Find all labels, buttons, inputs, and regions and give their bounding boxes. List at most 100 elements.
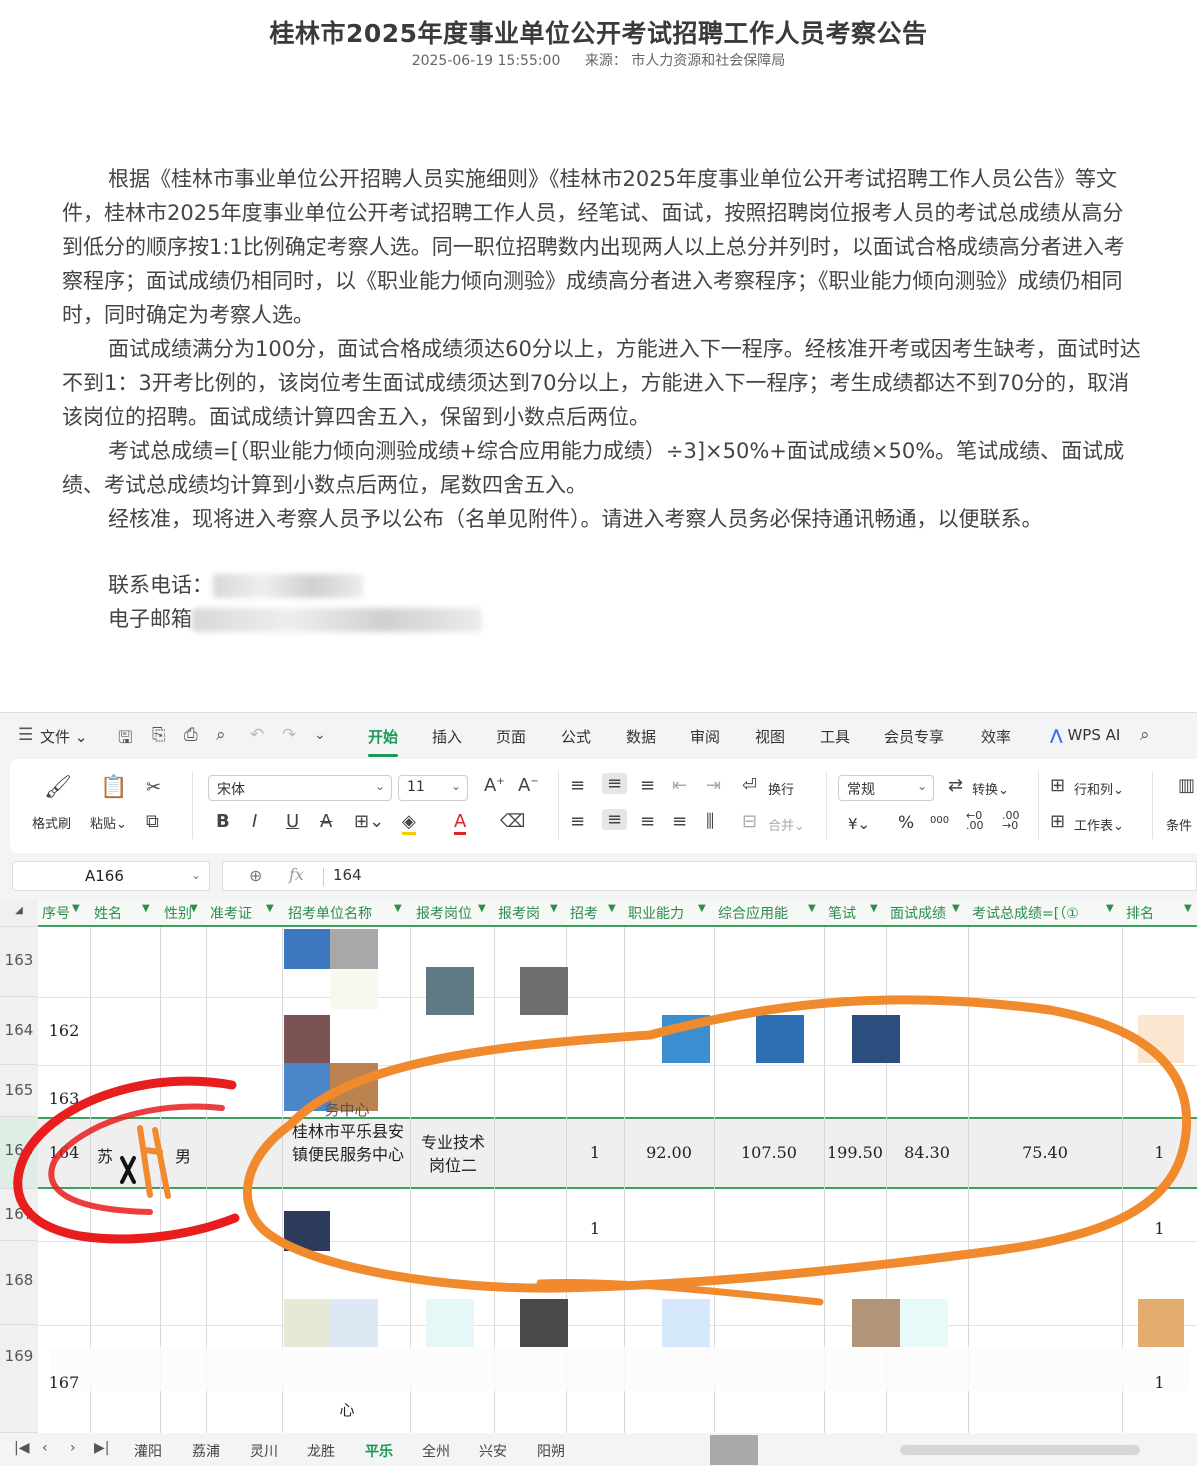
last-sheet-icon[interactable]: ▶| xyxy=(94,1440,109,1456)
conditional-format-button[interactable]: 条件 xyxy=(1166,815,1192,834)
more-quick-icon[interactable]: ⌄ xyxy=(314,727,326,743)
print-preview-icon[interactable]: ⌕ xyxy=(216,725,226,745)
col-header-rank[interactable]: 排名 ▼ xyxy=(1122,899,1197,927)
indent-decrease-icon[interactable]: ⇤ xyxy=(672,775,687,796)
col-header-ticket[interactable]: 准考证 ▼ xyxy=(206,899,282,927)
save-icon[interactable]: 🖫 xyxy=(118,725,132,754)
convert-icon[interactable]: ⇄ xyxy=(948,775,963,796)
menu-file[interactable]: 文件 ⌄ xyxy=(40,726,87,747)
next-sheet-icon[interactable]: › xyxy=(70,1440,76,1456)
sheet-tab[interactable]: 全州 xyxy=(422,1441,450,1461)
row-header[interactable]: 166 xyxy=(0,1117,38,1189)
first-sheet-icon[interactable]: |◀ xyxy=(14,1440,29,1456)
cell-applied[interactable]: 107.50 xyxy=(714,1143,824,1162)
col-header-aptitude[interactable]: 职业能力 ▼ xyxy=(624,899,714,927)
thousands-button[interactable]: 000 xyxy=(930,815,949,826)
tab-insert[interactable]: 插入 xyxy=(432,726,462,747)
sheet-grid[interactable]: ◢ 序号 ▼ 姓名 ▼ 性别 ▼ 准考证 ▼ 招考单位名称 ▼ 报考岗位 ▼ 报考岗 ▼ 招考… xyxy=(0,899,1197,1433)
select-all-corner[interactable]: ◢ xyxy=(0,899,38,927)
col-header-name[interactable]: 姓名 ▼ xyxy=(90,899,160,927)
cell-written[interactable]: 199.50 xyxy=(824,1143,886,1162)
horizontal-scrollbar[interactable] xyxy=(900,1445,1140,1455)
format-painter-icon[interactable]: 🖌 xyxy=(44,775,72,800)
row-header[interactable]: 163 xyxy=(0,927,38,997)
decimal-decrease-icon[interactable]: .00 →0 xyxy=(1002,810,1020,831)
align-bottom-icon[interactable]: ≡ xyxy=(640,775,655,796)
cell-unit[interactable]: 桂林市平乐县安镇便民服务中心 xyxy=(290,1120,406,1166)
tab-tools[interactable]: 工具 xyxy=(820,726,850,747)
underline-icon[interactable]: U xyxy=(286,811,299,832)
tab-efficiency[interactable]: 效率 xyxy=(981,726,1011,747)
col-header-unit[interactable]: 招考单位名称 ▼ xyxy=(282,899,410,927)
align-center-icon[interactable]: ≡ xyxy=(602,809,628,830)
export-icon[interactable]: ⎘ xyxy=(152,725,166,745)
worksheet-icon[interactable]: ⊞ xyxy=(1050,811,1065,832)
sheet-tab[interactable]: 灵川 xyxy=(250,1441,278,1461)
search-icon[interactable]: ⌕ xyxy=(1140,725,1150,745)
font-name-select[interactable]: 宋体 ⌄ xyxy=(208,775,392,801)
redo-icon[interactable]: ↷ xyxy=(282,725,296,745)
clear-format-icon[interactable]: ⌫ xyxy=(500,811,525,832)
font-shrink-icon[interactable]: A− xyxy=(518,775,539,796)
sheet-tab[interactable]: 灌阳 xyxy=(134,1441,162,1461)
cell-interview[interactable]: 84.30 xyxy=(886,1143,968,1162)
italic-icon[interactable]: I xyxy=(252,811,257,832)
tab-data[interactable]: 数据 xyxy=(626,726,656,747)
bold-icon[interactable]: B xyxy=(216,811,230,832)
align-middle-icon[interactable]: ≡ xyxy=(602,773,628,794)
name-box[interactable]: A166 ⌄ xyxy=(12,861,210,891)
format-painter-label[interactable]: 格式刷 xyxy=(32,813,71,832)
rows-cols-icon[interactable]: ⊞ xyxy=(1050,775,1065,796)
font-size-select[interactable]: 11 ⌄ xyxy=(398,775,468,801)
fx-icon[interactable]: fx xyxy=(289,865,304,884)
sheet-tab[interactable]: 龙胜 xyxy=(307,1441,335,1461)
rows-cols-button[interactable]: 行和列⌄ xyxy=(1074,779,1124,798)
col-header-interview[interactable]: 面试成绩 ▼ xyxy=(886,899,968,927)
tab-view[interactable]: 视图 xyxy=(755,726,785,747)
print-icon[interactable]: ⎙ xyxy=(184,725,198,745)
cell-seq[interactable]: 164 xyxy=(38,1143,90,1162)
border-icon[interactable]: ⊞⌄ xyxy=(354,811,384,832)
cut-icon[interactable]: ✂ xyxy=(146,777,161,798)
sheet-tab[interactable]: 阳朔 xyxy=(537,1441,565,1461)
fill-color-icon[interactable]: ◈ xyxy=(402,811,416,835)
indent-increase-icon[interactable]: ⇥ xyxy=(706,775,721,796)
cell-post[interactable]: 专业技术岗位二 xyxy=(414,1131,492,1177)
align-right-icon[interactable]: ≡ xyxy=(640,811,655,832)
formula-input[interactable]: ⊕ fx 164 xyxy=(222,861,1197,891)
cell-recruit[interactable]: 1 xyxy=(566,1143,624,1162)
col-header-recruit[interactable]: 招考 ▼ xyxy=(566,899,624,927)
prev-sheet-icon[interactable]: ‹ xyxy=(42,1440,48,1456)
font-grow-icon[interactable]: A+ xyxy=(484,775,505,796)
col-header-total[interactable]: 考试总成绩=[（① ▼ xyxy=(968,899,1122,927)
distribute-icon[interactable]: ⫼ xyxy=(706,811,714,832)
cell-total[interactable]: 75.40 xyxy=(968,1143,1122,1162)
paste-icon[interactable]: 📋 xyxy=(100,775,127,800)
cell-rank[interactable]: 1 xyxy=(1122,1373,1197,1392)
undo-icon[interactable]: ↶ xyxy=(250,725,264,745)
number-format-select[interactable]: 常规 ⌄ xyxy=(838,775,934,801)
col-header-written[interactable]: 笔试 ▼ xyxy=(824,899,886,927)
wps-ai-button[interactable]: ⋀ WPS AI xyxy=(1050,726,1120,744)
sheet-tab[interactable]: 兴安 xyxy=(479,1441,507,1461)
justify-icon[interactable]: ≡ xyxy=(672,811,687,832)
tab-member[interactable]: 会员专享 xyxy=(884,726,944,747)
formula-value[interactable]: 164 xyxy=(333,866,362,884)
font-color-icon[interactable]: A xyxy=(454,811,467,835)
cell-seq[interactable]: 167 xyxy=(38,1373,90,1392)
col-header-gender[interactable]: 性别 ▼ xyxy=(160,899,206,927)
row-header[interactable]: 169 xyxy=(0,1325,38,1433)
cell-seq[interactable]: 162 xyxy=(38,1021,90,1040)
align-left-icon[interactable]: ≡ xyxy=(570,811,585,832)
row-header[interactable]: 165 xyxy=(0,1065,38,1117)
row-header[interactable]: 168 xyxy=(0,1241,38,1325)
tab-page[interactable]: 页面 xyxy=(496,726,526,747)
col-header-post[interactable]: 报考岗位 ▼ xyxy=(410,899,494,927)
copy-icon[interactable]: ⧉ xyxy=(146,811,159,832)
currency-button[interactable]: ¥⌄ xyxy=(848,815,870,833)
worksheet-button[interactable]: 工作表⌄ xyxy=(1074,815,1124,834)
tab-start[interactable]: 开始 xyxy=(368,726,399,757)
sheet-tab[interactable]: 荔浦 xyxy=(192,1441,220,1461)
menu-icon[interactable]: ☰ xyxy=(18,725,33,745)
row-header[interactable]: 167 xyxy=(0,1189,38,1241)
